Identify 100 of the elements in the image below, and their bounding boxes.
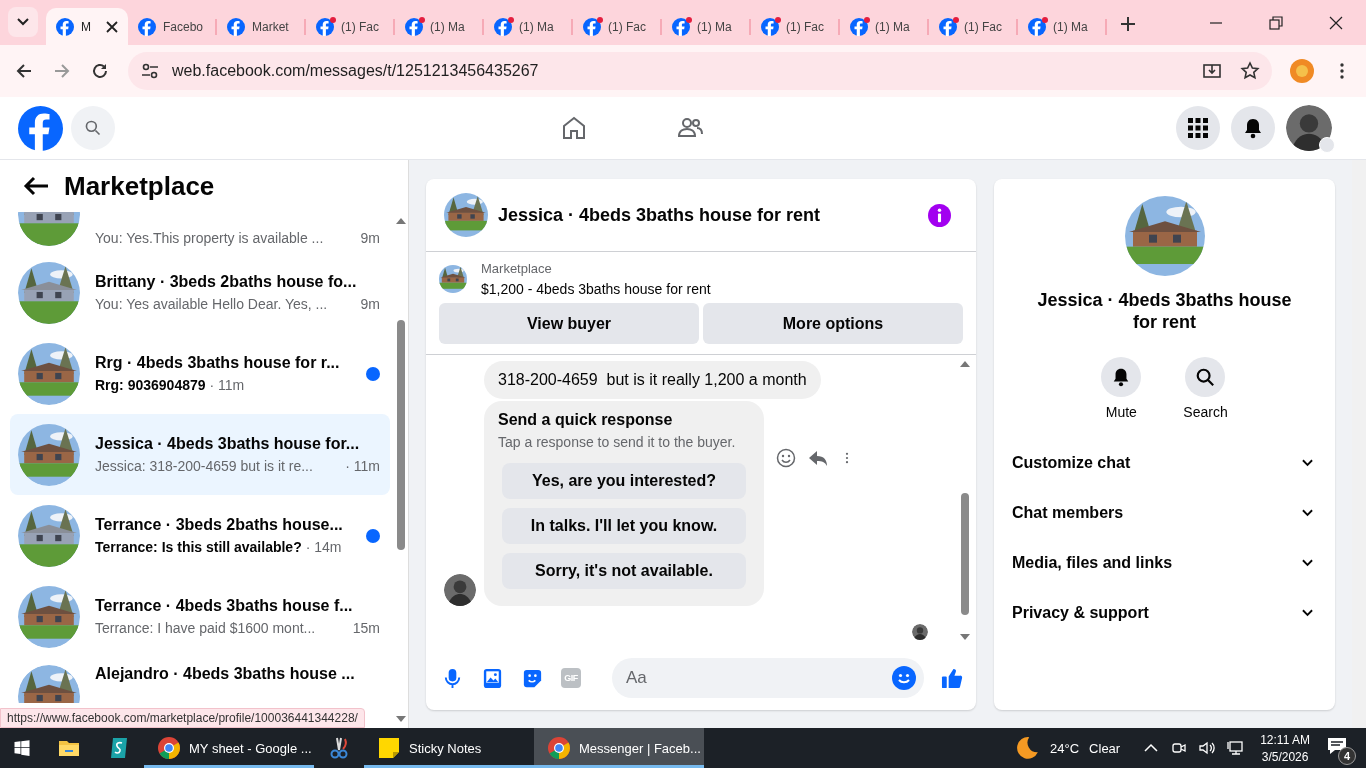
url-text[interactable]: web.facebook.com/messages/t/1251213456435267 — [172, 62, 539, 80]
conversation-title: Alejandro · 4beds 3baths house ... — [95, 665, 356, 683]
smiley-icon[interactable] — [776, 447, 796, 468]
close-icon[interactable] — [1328, 14, 1344, 31]
conversation-item[interactable]: You: Yes.This property is available ... 9m — [10, 212, 390, 252]
restore-icon[interactable] — [1268, 14, 1284, 31]
quick-reply-button[interactable]: In talks. I'll let you know. — [502, 508, 746, 544]
message-time: 15m — [352, 620, 380, 636]
facebook-logo-icon — [583, 17, 601, 36]
scrollbar-thumb[interactable] — [961, 493, 969, 615]
message-time: · 11m — [345, 458, 380, 474]
scroll-up-icon[interactable] — [396, 218, 406, 224]
browser-tab[interactable]: Facebo — [128, 8, 217, 45]
browser-tab[interactable]: (1) Ma — [484, 8, 573, 45]
emoji-icon[interactable] — [892, 666, 916, 690]
home-icon[interactable] — [560, 114, 588, 142]
site-settings-icon[interactable] — [140, 61, 160, 81]
scrollbar[interactable] — [1352, 160, 1366, 728]
user-avatar — [1286, 105, 1332, 151]
scroll-up-icon[interactable] — [960, 361, 970, 367]
tab-title: M — [81, 19, 92, 34]
chrome-icon — [547, 736, 571, 760]
facebook-logo-icon — [939, 17, 957, 36]
message-time: 9m — [360, 230, 380, 246]
browser-tab[interactable]: Market — [217, 8, 306, 45]
taskbar-app[interactable]: Messenger | Faceb... — [534, 728, 704, 768]
account-button[interactable] — [1286, 105, 1332, 151]
message-time: 9m — [360, 296, 380, 312]
message-input[interactable]: Aa — [612, 658, 924, 698]
action-button[interactable]: View buyer — [439, 303, 699, 344]
windows-icon — [13, 739, 31, 757]
conversation-title: Jessica · 4beds 3baths house for... — [95, 435, 361, 453]
bell-icon — [1242, 117, 1264, 139]
conversation-title: Terrance · 4beds 3baths house f... — [95, 597, 354, 615]
tab-title: (1) Ma — [875, 19, 911, 34]
conversation-item[interactable]: Terrance · 3beds 2baths house... Terrance: Is this still available? · 14m — [10, 495, 390, 576]
chevron-down-icon — [1302, 509, 1313, 517]
network-icon[interactable] — [1226, 739, 1245, 757]
card-title: Send a quick response — [498, 411, 674, 429]
action-button[interactable]: More options — [703, 303, 963, 344]
browser-tab[interactable]: (1) Ma — [1018, 8, 1107, 45]
quick-reply-button[interactable]: Sorry, it's not available. — [502, 553, 746, 589]
install-icon[interactable] — [1202, 61, 1222, 81]
facebook-logo-icon — [138, 17, 156, 36]
conversation-item[interactable]: Terrance · 4beds 3baths house f... Terrance: I have paid $1600 mont... 15m — [10, 576, 390, 657]
search-button[interactable] — [71, 106, 115, 150]
tab-title: (1) Fac — [786, 19, 825, 34]
notification-count: 4 — [1338, 747, 1356, 765]
search-icon — [84, 119, 102, 137]
notifications-button[interactable] — [1231, 106, 1275, 150]
chrome-icon — [157, 736, 181, 760]
scroll-down-icon[interactable] — [396, 716, 406, 722]
info-icon[interactable] — [928, 203, 951, 227]
section-header[interactable]: Privacy & support — [1012, 588, 1317, 638]
message-preview: You: Yes.This property is available ... — [95, 230, 325, 246]
facebook-logo-icon — [672, 17, 690, 36]
tab-title: Facebo — [163, 19, 205, 34]
message-preview: Terrance: Is this still available? — [95, 539, 302, 555]
card-subtitle: Tap a response to send it to the buyer. — [498, 434, 737, 450]
search-icon — [1195, 367, 1216, 387]
facebook-logo-icon — [405, 17, 423, 36]
photo-icon[interactable] — [481, 666, 504, 690]
message-preview: Jessica: 318-200-4659 but is it re... — [95, 458, 314, 474]
browser-tab[interactable]: M — [46, 8, 128, 45]
tab-title: (1) Fac — [341, 19, 380, 34]
scroll-down-icon[interactable] — [960, 634, 970, 640]
conversation-item[interactable]: Rrg · 4beds 3baths house for r... Rrg: 9036904879 · 11m — [10, 333, 390, 414]
browser-tab[interactable]: (1) Fac — [929, 8, 1018, 45]
browser-tab[interactable]: (1) Fac — [751, 8, 840, 45]
section-header[interactable]: Chat members — [1012, 488, 1317, 538]
close-icon[interactable] — [106, 20, 118, 33]
thumbs-up-icon[interactable] — [941, 666, 964, 690]
seen-avatar — [912, 624, 928, 640]
browser-tab[interactable]: (1) Fac — [573, 8, 662, 45]
menu-grid-button[interactable] — [1176, 106, 1220, 150]
back-arrow-icon[interactable] — [22, 175, 50, 197]
taskbar-app[interactable]: MY sheet - Google ... — [144, 728, 314, 768]
chevron-down-icon — [1302, 609, 1313, 617]
conversation-item[interactable]: Jessica · 4beds 3baths house for... Jessica: 318-200-4659 but is it re... · 11m — [10, 414, 390, 495]
browser-tab[interactable]: (1) Ma — [395, 8, 484, 45]
volume-icon[interactable] — [1198, 739, 1217, 757]
scrollbar-thumb[interactable] — [397, 320, 405, 550]
facebook-logo-icon — [227, 17, 245, 36]
browser-tab[interactable]: (1) Ma — [840, 8, 929, 45]
facebook-logo-icon — [1028, 17, 1046, 36]
tab-search-button[interactable] — [8, 7, 38, 37]
tab-title: (1) Fac — [964, 19, 1003, 34]
quick-reply-button[interactable]: Yes, are you interested? — [502, 463, 746, 499]
section-header[interactable]: Media, files and links — [1012, 538, 1317, 588]
tab-title: Market — [252, 19, 290, 34]
chat-title: Jessica · 4beds 3baths house for rent — [498, 204, 822, 226]
star-icon[interactable] — [1240, 61, 1260, 81]
message-time: · 14m — [305, 539, 342, 555]
section-header[interactable]: Customize chat — [1012, 438, 1317, 488]
message-preview: Rrg: 9036904879 — [95, 377, 206, 393]
reload-icon[interactable] — [90, 61, 110, 81]
browser-tab[interactable]: (1) Ma — [662, 8, 751, 45]
conversation-item[interactable]: Brittany · 3beds 2baths house fo... You: Yes available Hello Dear. Yes, ... 9m — [10, 252, 390, 333]
sticky-note-icon — [377, 736, 401, 760]
browser-tab[interactable]: (1) Fac — [306, 8, 395, 45]
